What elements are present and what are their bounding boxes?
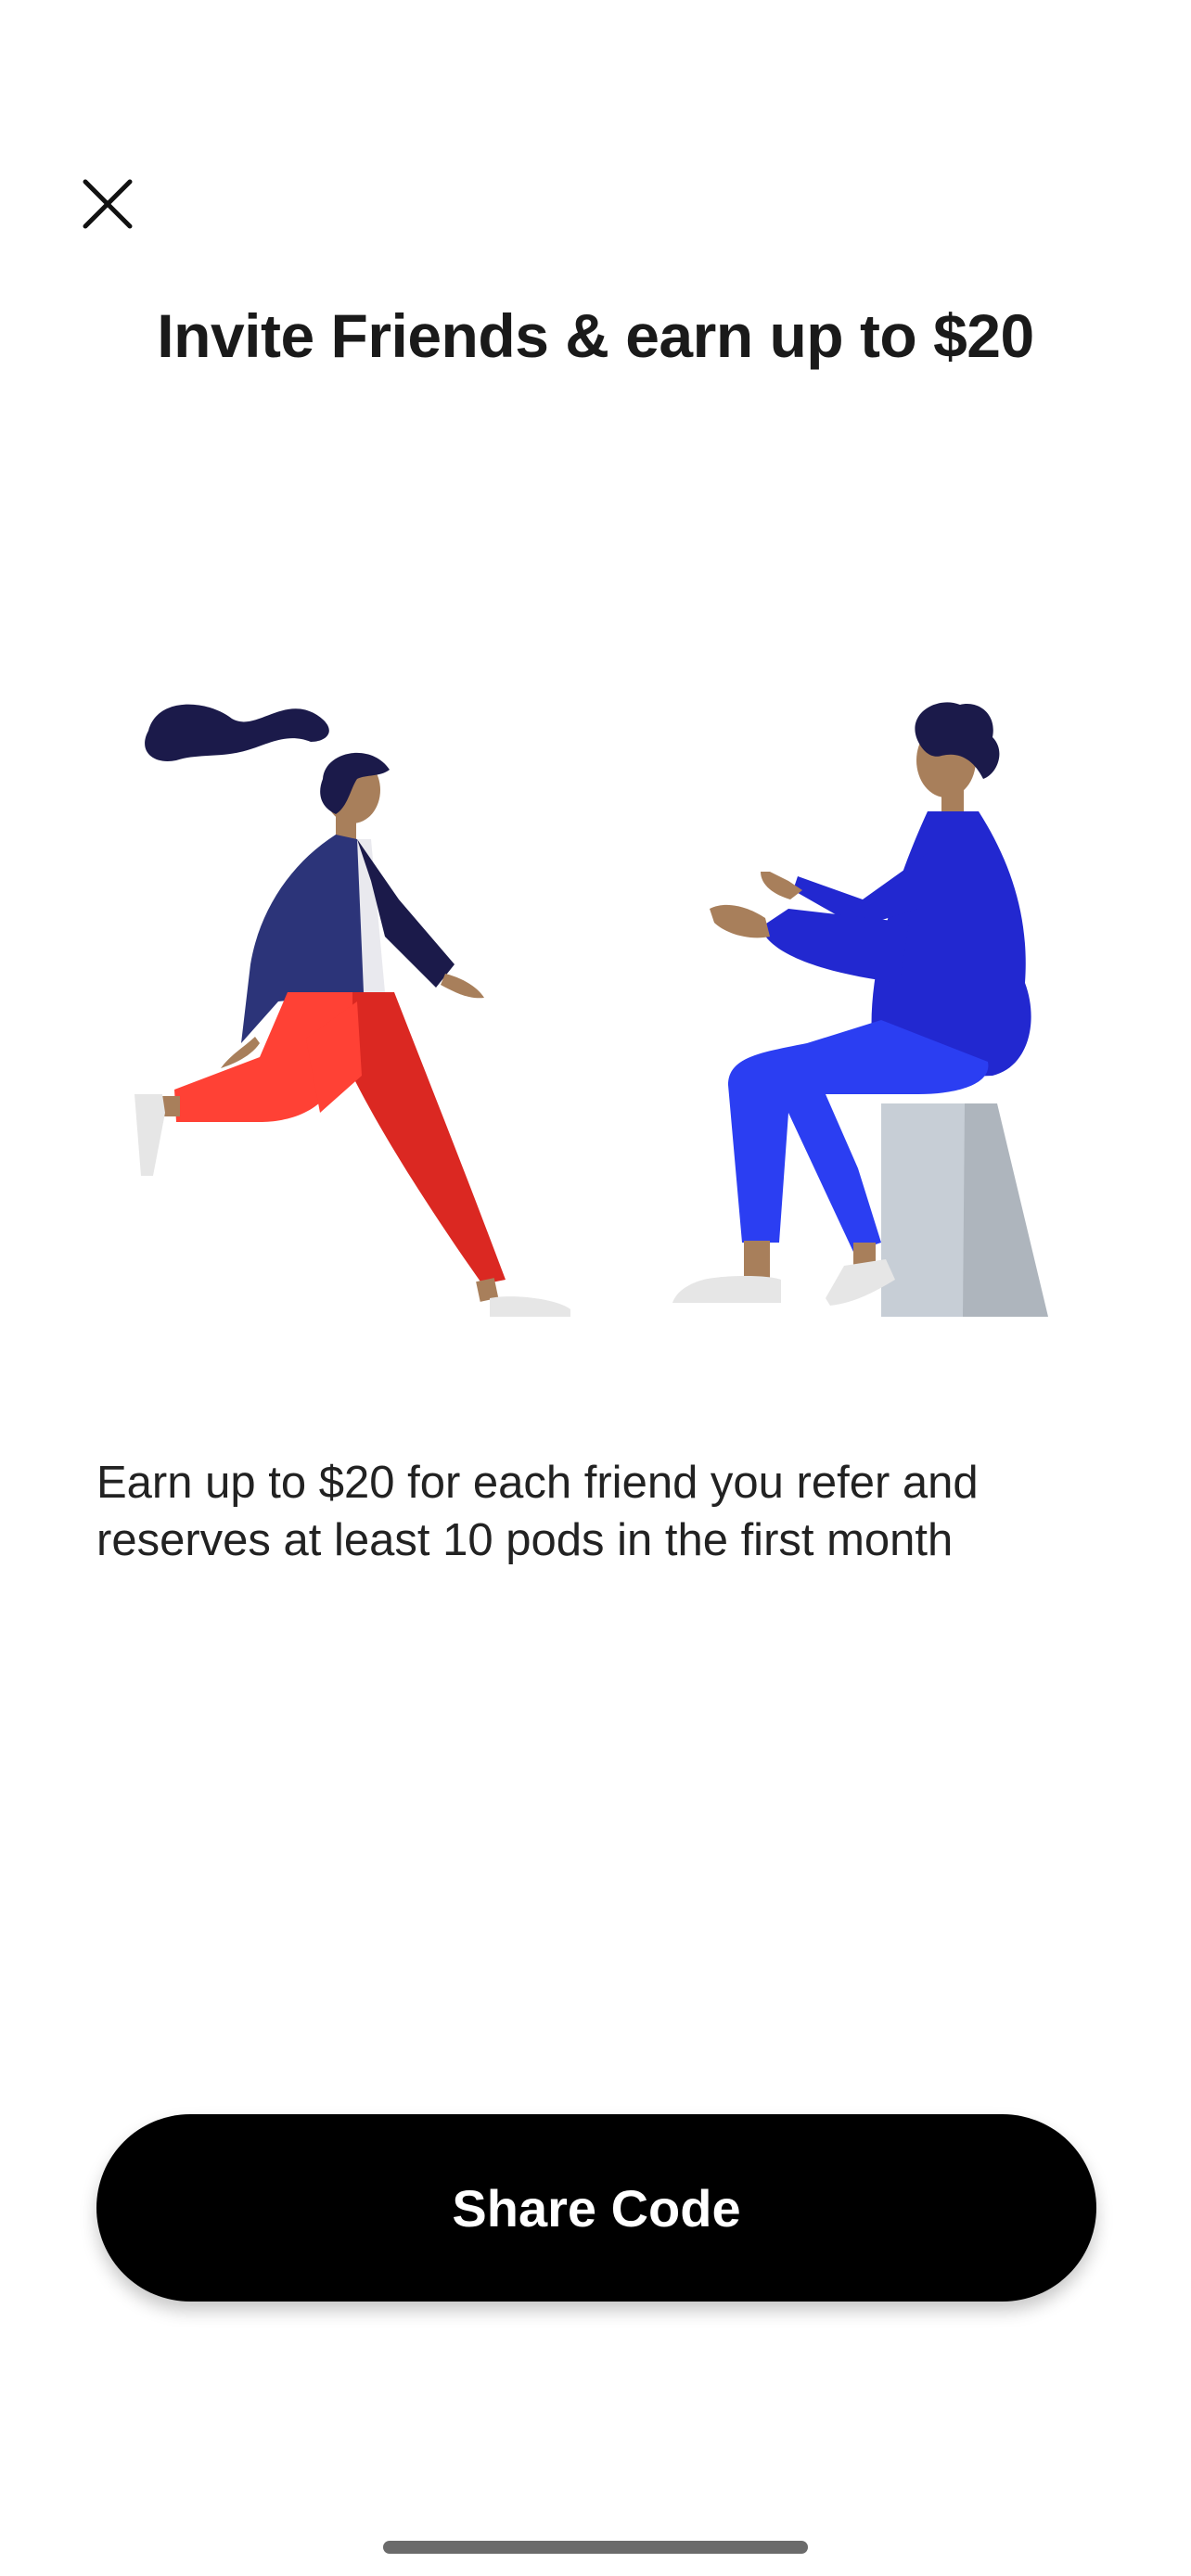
- close-button[interactable]: [70, 167, 145, 241]
- woman-figure: [134, 704, 570, 1317]
- invite-friends-screen: Invite Friends & earn up to $20 Earn up …: [0, 0, 1191, 2576]
- share-code-button[interactable]: Share Code: [96, 2114, 1096, 2302]
- close-icon: [83, 179, 133, 229]
- home-indicator[interactable]: [383, 2541, 808, 2554]
- two-people-talking-illustration: [134, 702, 1048, 1317]
- page-title: Invite Friends & earn up to $20: [157, 301, 1034, 370]
- man-figure: [672, 702, 1048, 1317]
- referral-description: Earn up to $20 for each friend you refer…: [96, 1458, 979, 1565]
